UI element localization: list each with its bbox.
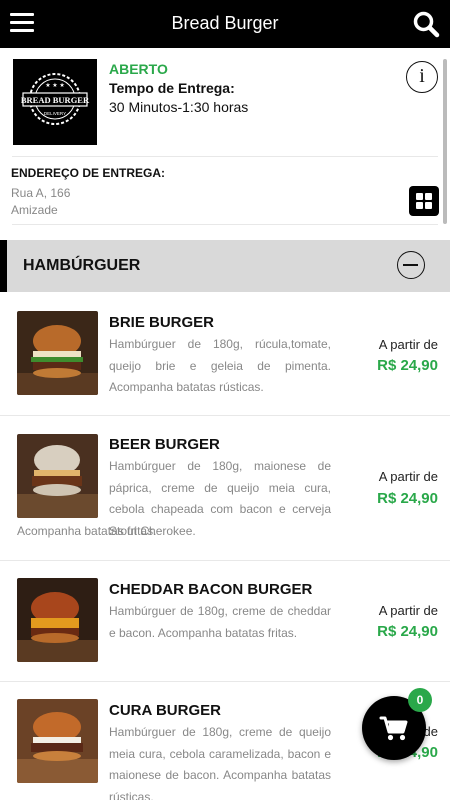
price-label: A partir de [378, 337, 438, 352]
store-info-panel: BREAD BURGER DELIVERY ★ ★ ★ ABERTO Tempo… [0, 48, 450, 238]
product-price: R$ 24,90 [377, 623, 438, 640]
product-image [17, 699, 98, 783]
product-price: R$ 24,90 [377, 490, 438, 507]
product-description: Hambúrguer de 180g, creme de queijo meia… [109, 725, 331, 800]
app-title: Bread Burger [171, 13, 279, 33]
top-bar: Bread Burger [0, 0, 450, 48]
product-item[interactable]: BRIE BURGER Hambúrguer de 180g, rúcula,t… [0, 294, 450, 416]
divider [12, 156, 438, 157]
grid-view-icon[interactable] [409, 186, 439, 216]
product-image [17, 434, 98, 518]
product-name: CURA BURGER [109, 702, 221, 719]
product-name: CHEDDAR BACON BURGER [109, 581, 313, 598]
logo-subtitle: DELIVERY [44, 111, 66, 116]
product-item[interactable]: CHEDDAR BACON BURGER Hambúrguer de 180g,… [0, 561, 450, 682]
product-description: Hambúrguer de 180g, creme de cheddar e b… [109, 604, 331, 640]
delivery-time-label: Tempo de Entrega: [109, 80, 235, 96]
logo-wordmark: BREAD BURGER [21, 95, 90, 105]
info-icon[interactable]: i [406, 61, 438, 93]
cart-count-badge: 0 [408, 688, 432, 712]
category-header[interactable]: HAMBÚRGUER [0, 240, 450, 292]
product-name: BRIE BURGER [109, 314, 215, 331]
price-label: A partir de [378, 603, 438, 618]
product-name: BEER BURGER [109, 436, 220, 453]
scrollbar-thumb[interactable] [443, 59, 447, 224]
open-status: ABERTO [109, 61, 168, 77]
product-image [17, 311, 98, 395]
store-logo: BREAD BURGER DELIVERY ★ ★ ★ [13, 59, 97, 145]
product-item[interactable]: BEER BURGER Hambúrguer de 180g, maionese… [0, 416, 450, 561]
product-image [17, 578, 98, 662]
category-title: HAMBÚRGUER [23, 257, 141, 274]
delivery-address-label: ENDEREÇO DE ENTREGA: [11, 166, 166, 180]
address-street: Rua A, 166 [11, 186, 71, 200]
product-description-tail: Acompanha batatas fritas. [17, 524, 157, 538]
divider [12, 224, 438, 225]
price-label: A partir de [378, 469, 438, 484]
delivery-time-value: 30 Minutos-1:30 horas [109, 99, 249, 115]
product-description: Hambúrguer de 180g, rúcula,tomate, queij… [109, 337, 331, 394]
search-icon[interactable] [412, 10, 440, 38]
address-neighborhood: Amizade [11, 203, 58, 217]
svg-text:★ ★ ★: ★ ★ ★ [45, 82, 64, 89]
minus-circle-icon[interactable] [397, 251, 425, 279]
product-price: R$ 24,90 [377, 357, 438, 374]
